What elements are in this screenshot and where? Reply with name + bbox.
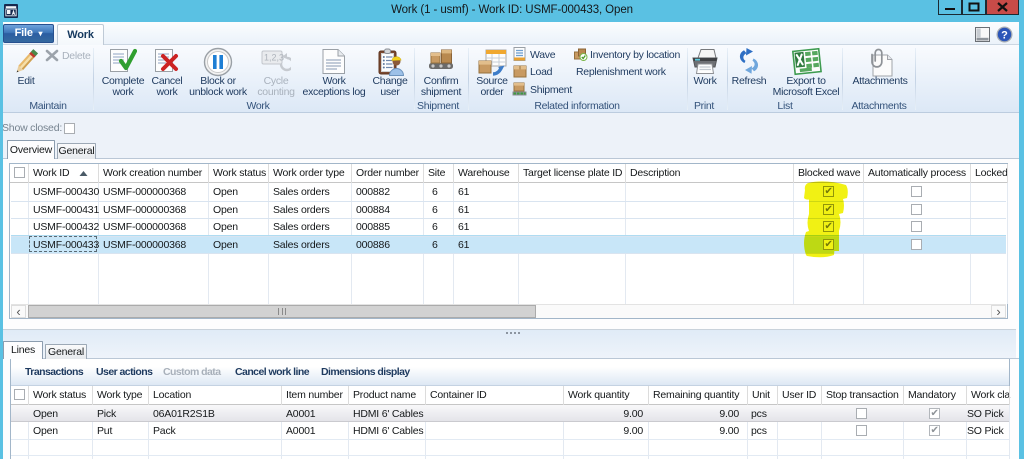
svg-text:?: ? bbox=[1001, 30, 1008, 42]
svg-text:1,2,3: 1,2,3 bbox=[264, 53, 284, 63]
